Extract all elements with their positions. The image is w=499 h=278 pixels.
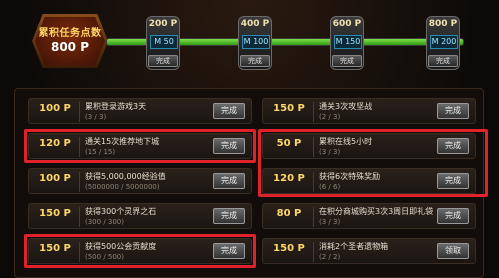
task-row: 150 P 获得300个灵界之石 (300 / 300) 完成: [28, 203, 252, 229]
total-points-value: 800 P: [50, 40, 90, 54]
task-title: 获得500公会贡献度: [85, 242, 157, 251]
milestone-points: 600 P: [332, 19, 362, 29]
milestone-points: 200 P: [148, 19, 178, 29]
milestone-200: 200 P M 50 完成: [146, 16, 180, 70]
row-divider: [79, 102, 80, 122]
task-title: 在积分商城购买3次3周日即礼袋: [319, 207, 434, 216]
milestone-claim-button[interactable]: 完成: [332, 55, 362, 67]
task-title: 累积登录游戏3天: [85, 102, 147, 111]
milestone-reward-badge: M 50: [150, 35, 178, 49]
task-title: 累积在线5小时: [319, 137, 373, 146]
milestone-reward-badge: M 100: [242, 35, 270, 49]
task-complete-button[interactable]: 完成: [437, 138, 469, 154]
row-divider: [79, 172, 80, 192]
task-points: 150 P: [39, 208, 71, 219]
task-points: 100 P: [39, 103, 71, 114]
task-complete-button[interactable]: 完成: [213, 208, 245, 224]
task-title: 通关15次推荐地下城: [85, 137, 160, 146]
task-progress: (6 / 6): [319, 183, 341, 191]
task-complete-button[interactable]: 完成: [437, 173, 469, 189]
task-progress: (15 / 15): [85, 148, 116, 156]
task-row: 100 P 累积登录游戏3天 (3 / 3) 完成: [28, 98, 252, 124]
milestone-reward-badge: M 200: [430, 35, 458, 49]
task-row: 120 P 通关15次推荐地下城 (15 / 15) 完成: [28, 133, 252, 159]
task-points: 80 P: [276, 208, 302, 219]
row-divider: [313, 172, 314, 192]
task-points: 150 P: [39, 243, 71, 254]
task-progress: (2 / 3): [319, 113, 341, 121]
task-row: 120 P 获得6次特殊奖励 (6 / 6) 完成: [262, 168, 476, 194]
row-divider: [79, 137, 80, 157]
milestone-claim-button[interactable]: 完成: [428, 55, 458, 67]
total-points-label: 累积任务点数: [38, 28, 102, 39]
row-divider: [313, 207, 314, 227]
milestone-points: 800 P: [428, 19, 458, 29]
task-row: 50 P 累积在线5小时 (3 / 3) 完成: [262, 133, 476, 159]
task-complete-button[interactable]: 完成: [437, 103, 469, 119]
task-complete-button[interactable]: 完成: [213, 138, 245, 154]
task-title: 消耗2个圣者遗物箱: [319, 242, 389, 251]
task-complete-button[interactable]: 完成: [213, 243, 245, 259]
task-progress: (500 / 500): [85, 253, 124, 261]
stage: 累积任务点数 800 P 200 P M 50 完成 400 P M 100 完…: [0, 0, 499, 278]
milestone-400: 400 P M 100 完成: [238, 16, 272, 70]
task-complete-button[interactable]: 完成: [213, 173, 245, 189]
task-row: 80 P 在积分商城购买3次3周日即礼袋 (3 / 3) 完成: [262, 203, 476, 229]
task-points: 100 P: [39, 173, 71, 184]
task-points: 150 P: [273, 103, 305, 114]
row-divider: [313, 102, 314, 122]
milestone-points: 400 P: [240, 19, 270, 29]
row-divider: [313, 242, 314, 262]
task-title: 通关3次攻坚战: [319, 102, 373, 111]
row-divider: [79, 207, 80, 227]
milestone-claim-button[interactable]: 完成: [148, 55, 178, 67]
task-row: 150 P 通关3次攻坚战 (2 / 3) 完成: [262, 98, 476, 124]
task-title: 获得6次特殊奖励: [319, 172, 381, 181]
task-points: 50 P: [276, 138, 302, 149]
task-progress: (3 / 3): [319, 218, 341, 226]
task-complete-button[interactable]: 完成: [213, 103, 245, 119]
task-progress: (5000000 / 5000000): [85, 183, 160, 191]
row-divider: [79, 242, 80, 262]
task-progress: (300 / 300): [85, 218, 124, 226]
milestone-800: 800 P M 200 完成: [426, 16, 460, 70]
task-complete-button[interactable]: 完成: [437, 208, 469, 224]
row-divider: [313, 137, 314, 157]
milestone-reward-badge: M 150: [334, 35, 362, 49]
task-row: 150 P 消耗2个圣者遗物箱 (2 / 2) 领取: [262, 238, 476, 264]
milestone-claim-button[interactable]: 完成: [240, 55, 270, 67]
task-progress: (2 / 2): [319, 253, 341, 261]
task-title: 获得5,000,000经验值: [85, 172, 166, 181]
task-progress: (3 / 3): [319, 148, 341, 156]
task-points: 150 P: [273, 243, 305, 254]
task-points: 120 P: [273, 173, 305, 184]
task-points: 120 P: [39, 138, 71, 149]
milestone-600: 600 P M 150 完成: [330, 16, 364, 70]
task-claim-button[interactable]: 领取: [437, 243, 469, 259]
task-progress: (3 / 3): [85, 113, 107, 121]
task-row: 100 P 获得5,000,000经验值 (5000000 / 5000000)…: [28, 168, 252, 194]
task-title: 获得300个灵界之石: [85, 207, 157, 216]
task-row: 150 P 获得500公会贡献度 (500 / 500) 完成: [28, 238, 252, 264]
